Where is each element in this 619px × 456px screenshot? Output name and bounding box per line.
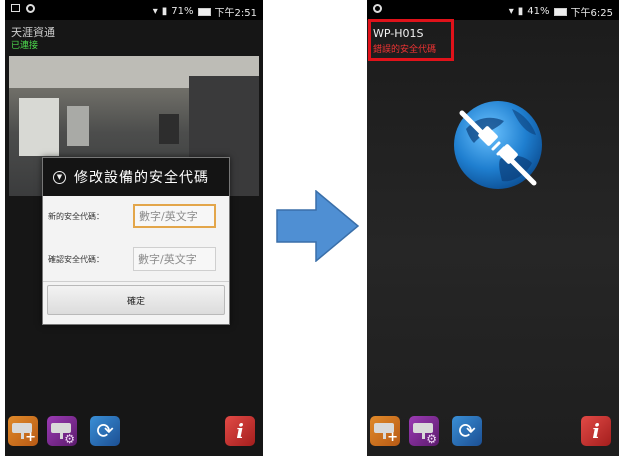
confirm-code-label: 確認安全代碼： xyxy=(48,254,104,264)
camera-settings-button[interactable]: ⚙ xyxy=(409,416,439,446)
bottom-toolbar: + ⚙ ⟳ i xyxy=(367,416,619,450)
info-button[interactable]: i xyxy=(225,416,255,446)
signal-icon: ▮ xyxy=(517,6,524,17)
signal-icon: ▮ xyxy=(161,6,168,17)
change-security-code-dialog: ▼ 修改設備的安全代碼 新的安全代碼： 確認安全代碼： 確定 xyxy=(42,157,230,325)
battery-percent: 41% xyxy=(527,6,550,17)
camera-settings-button[interactable]: ⚙ xyxy=(47,416,77,446)
ok-button[interactable]: 確定 xyxy=(47,285,225,315)
dropdown-circle-icon: ▼ xyxy=(53,170,66,184)
arrow-right-icon xyxy=(276,190,360,262)
notification-icon xyxy=(11,4,20,12)
bottom-toolbar: + ⚙ ⟳ i xyxy=(5,416,263,450)
dialog-title: 修改設備的安全代碼 xyxy=(74,170,209,186)
device-status: 已連接 xyxy=(11,41,39,51)
confirm-code-row: 確認安全代碼： xyxy=(43,247,229,271)
right-phone-screen: ▾ ▮ 41% 下午6:25 WP-H01S 錯誤的安全代碼 + ⚙ ⟳ i xyxy=(367,0,619,456)
refresh-icon: ⟳ xyxy=(458,419,476,443)
sync-icon xyxy=(26,4,35,13)
dialog-divider xyxy=(43,281,229,282)
wifi-icon: ▾ xyxy=(152,6,158,17)
add-camera-button[interactable]: + xyxy=(8,416,38,446)
new-code-row: 新的安全代碼： xyxy=(43,204,229,228)
refresh-icon: ⟳ xyxy=(96,419,114,443)
left-phone-screen: ▾ ▮ 71% 下午2:51 天涯資通 已連接 ▼ 修改設備的安全代碼 新的安全… xyxy=(5,0,263,456)
dialog-header: ▼ 修改設備的安全代碼 xyxy=(43,158,229,196)
disconnected-plug-globe-icon xyxy=(454,101,542,189)
battery-percent: 71% xyxy=(171,6,194,17)
info-button[interactable]: i xyxy=(581,416,611,446)
device-name: WP-H01S xyxy=(373,27,424,40)
new-code-label: 新的安全代碼： xyxy=(48,211,104,221)
wifi-icon: ▾ xyxy=(508,6,514,17)
device-status: 錯誤的安全代碼 xyxy=(373,45,437,55)
sync-icon xyxy=(373,4,382,13)
new-code-input[interactable] xyxy=(133,204,216,228)
status-bar: ▾ ▮ 41% 下午6:25 xyxy=(367,0,619,20)
add-camera-button[interactable]: + xyxy=(370,416,400,446)
clock: 下午6:25 xyxy=(570,8,613,19)
refresh-button[interactable]: ⟳ xyxy=(90,416,120,446)
info-icon: i xyxy=(236,419,244,443)
refresh-button[interactable]: ⟳ xyxy=(452,416,482,446)
confirm-code-input[interactable] xyxy=(133,247,216,271)
battery-icon xyxy=(197,7,211,16)
clock: 下午2:51 xyxy=(214,8,257,19)
battery-icon xyxy=(553,7,567,16)
status-bar: ▾ ▮ 71% 下午2:51 xyxy=(5,0,263,20)
info-icon: i xyxy=(592,419,600,443)
